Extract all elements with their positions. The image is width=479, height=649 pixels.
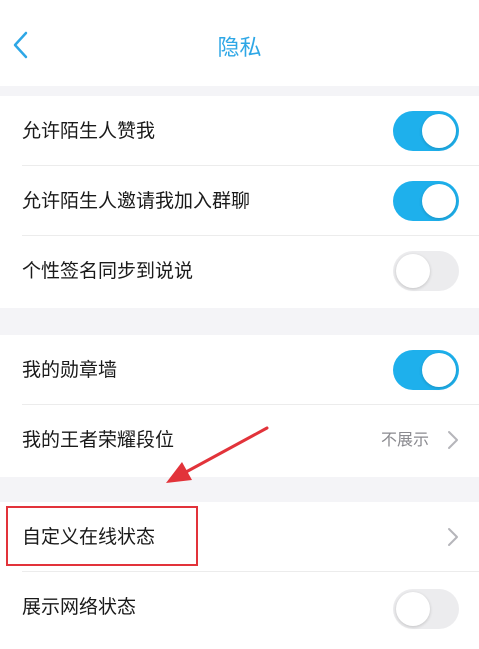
row-allow-stranger-likes: 允许陌生人赞我	[0, 96, 479, 166]
row-allow-stranger-group-invite: 允许陌生人邀请我加入群聊	[0, 166, 479, 236]
navigation-bar: 隐私	[0, 0, 479, 86]
toggle-knob	[422, 114, 456, 148]
row-show-network-status: 展示网络状态	[0, 572, 479, 642]
toggle-knob	[396, 592, 430, 626]
row-label: 个性签名同步到说说	[22, 260, 194, 282]
toggle-knob	[396, 254, 430, 288]
row-label: 自定义在线状态	[22, 526, 156, 548]
toggle-allow-stranger-likes[interactable]	[393, 111, 459, 151]
toggle-knob	[422, 353, 456, 387]
row-label: 允许陌生人邀请我加入群聊	[22, 190, 251, 212]
toggle-knob	[422, 184, 456, 218]
page-title: 隐私	[217, 36, 262, 61]
row-medal-wall: 我的勋章墙	[0, 335, 479, 405]
row-honor-of-kings-rank[interactable]: 我的王者荣耀段位 不展示	[0, 405, 479, 475]
row-label: 我的勋章墙	[22, 359, 118, 381]
chevron-right-icon	[448, 431, 458, 449]
row-label: 允许陌生人赞我	[22, 120, 156, 142]
toggle-medal-wall[interactable]	[393, 350, 459, 390]
toggle-allow-stranger-group-invite[interactable]	[393, 181, 459, 221]
row-custom-online-status[interactable]: 自定义在线状态	[0, 502, 479, 572]
chevron-right-icon	[448, 528, 458, 546]
settings-group-3: 自定义在线状态 展示网络状态	[0, 502, 479, 649]
settings-group-2: 我的勋章墙 我的王者荣耀段位 不展示	[0, 335, 479, 477]
row-value: 不展示	[380, 430, 429, 449]
row-label: 我的王者荣耀段位	[22, 429, 175, 451]
settings-group-1: 允许陌生人赞我 允许陌生人邀请我加入群聊 个性签名同步到说说	[0, 96, 479, 308]
toggle-show-network-status[interactable]	[393, 589, 459, 629]
row-label: 展示网络状态	[22, 596, 137, 618]
toggle-signature-sync[interactable]	[393, 251, 459, 291]
row-signature-sync: 个性签名同步到说说	[0, 236, 479, 306]
